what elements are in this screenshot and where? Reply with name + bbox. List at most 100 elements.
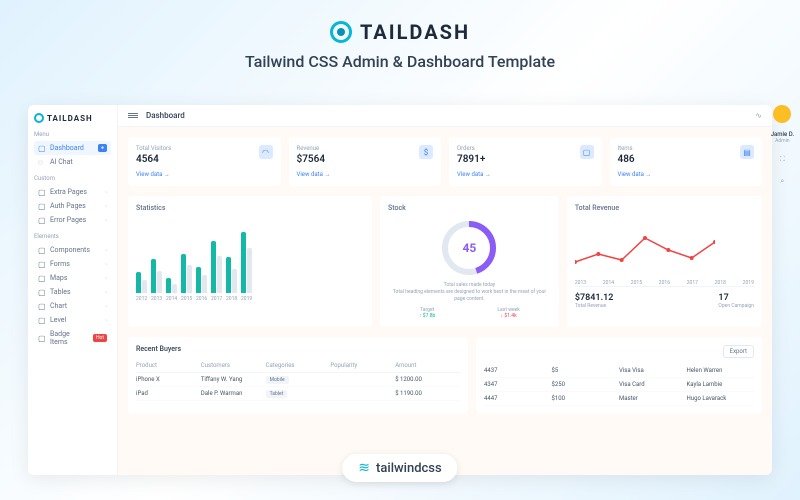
col-header: Customers bbox=[201, 362, 266, 369]
user-name: Jamie D. bbox=[771, 131, 794, 138]
revenue-chart: Total Revenue 20132014201520162017201820… bbox=[567, 196, 762, 327]
stat-icon: ▤ bbox=[740, 145, 754, 159]
sidebar-item-label: Chart bbox=[50, 302, 67, 310]
sidebar-item-label: Error Pages bbox=[50, 216, 86, 224]
chevron-right-icon: › bbox=[105, 203, 107, 210]
stat-label: Items bbox=[618, 145, 755, 152]
stat-value: 4564 bbox=[136, 154, 273, 165]
breadcrumb: Dashboard bbox=[146, 111, 185, 120]
chart-title: Total Revenue bbox=[575, 204, 754, 212]
stat-card: Revenue $7564 $ View data → bbox=[289, 137, 442, 186]
view-data-link[interactable]: View data → bbox=[618, 171, 755, 178]
col-header: Product bbox=[136, 362, 201, 369]
nav-icon: ▢ bbox=[38, 188, 46, 196]
table-title: Recent Buyers bbox=[136, 345, 181, 353]
sidebar-item-label: Maps bbox=[50, 274, 67, 282]
stat-value: 7891+ bbox=[457, 154, 594, 165]
nav-icon: ▢ bbox=[38, 260, 46, 268]
stat-card: Total Visitors 4564 ◠ View data → bbox=[128, 137, 281, 186]
chevron-right-icon: › bbox=[105, 289, 107, 296]
sidebar-item-level[interactable]: ▢ Level › bbox=[34, 313, 111, 327]
sidebar-item-forms[interactable]: ▢ Forms › bbox=[34, 257, 111, 271]
sidebar-item-ai-chat[interactable]: ◌ AI Chat bbox=[34, 155, 111, 169]
sidebar-item-dashboard[interactable]: ▢Dashboard● bbox=[34, 141, 111, 155]
sidebar-item-error-pages[interactable]: ▢Error Pages› bbox=[34, 213, 111, 227]
nav-icon: ▢ bbox=[38, 274, 46, 282]
statistics-chart: Statistics 20122013201420152016201720182… bbox=[128, 196, 372, 327]
badge: ● bbox=[98, 144, 107, 152]
table-row[interactable]: 4437$5Visa VisaHelen Warren bbox=[484, 364, 754, 378]
sidebar-item-label: AI Chat bbox=[50, 158, 73, 166]
search-icon[interactable]: ⌕ bbox=[775, 174, 789, 188]
sidebar-item-chart[interactable]: ▢Chart› bbox=[34, 299, 111, 313]
topbar-chevron-icon[interactable]: ∿ bbox=[755, 111, 762, 120]
stat-label: Total Visitors bbox=[136, 145, 273, 152]
nav-icon: ▢ bbox=[38, 202, 46, 210]
export-button[interactable]: Export bbox=[723, 345, 754, 358]
donut-chart: 45 bbox=[439, 218, 499, 278]
sidebar-item-components[interactable]: ▢ Components › bbox=[34, 243, 111, 257]
table-row[interactable]: 4347$250Visa CardKayla Lambie bbox=[484, 378, 754, 392]
stock-chart: Stock 45 Total sales made todayTotal hea… bbox=[380, 196, 559, 327]
tailwind-text: tailwindcss bbox=[376, 461, 442, 476]
sidebar-section-head: Elements bbox=[34, 233, 111, 240]
stat-card: Items 486 ▤ View data → bbox=[610, 137, 763, 186]
chevron-right-icon: › bbox=[105, 247, 107, 254]
col-header: Categories bbox=[266, 362, 331, 369]
sidebar-item-label: Level bbox=[50, 316, 66, 324]
view-data-link[interactable]: View data → bbox=[457, 171, 594, 178]
sidebar-brand: TAILDASH bbox=[47, 114, 93, 123]
stat-label: Revenue bbox=[297, 145, 434, 152]
line-chart: 2013201420152016201720182019 bbox=[575, 218, 754, 278]
table-row[interactable]: iPhone XTiffany W. YangMobile$ 1200.00 bbox=[136, 373, 460, 387]
nav-icon: ▢ bbox=[38, 334, 46, 342]
stat-value: $7564 bbox=[297, 154, 434, 165]
tailwind-badge: ≋ tailwindcss bbox=[342, 454, 457, 482]
chevron-right-icon: › bbox=[105, 217, 107, 224]
tailwind-icon: ≋ bbox=[358, 460, 370, 476]
stat-value: 486 bbox=[618, 154, 755, 165]
chart-title: Stock bbox=[388, 204, 551, 212]
topbar: Dashboard ∿ bbox=[118, 105, 772, 127]
bar-chart bbox=[136, 218, 364, 293]
view-data-link[interactable]: View data → bbox=[297, 171, 434, 178]
sidebar-item-tables[interactable]: ▢Tables› bbox=[34, 285, 111, 299]
sidebar-item-label: Extra Pages bbox=[50, 188, 87, 196]
sidebar-item-badge-items[interactable]: ▢Badge ItemsHot bbox=[34, 327, 111, 349]
menu-toggle-icon[interactable] bbox=[128, 113, 138, 118]
sidebar-logo[interactable]: TAILDASH bbox=[34, 113, 111, 123]
chevron-right-icon: › bbox=[105, 317, 107, 324]
user-role: Admin bbox=[771, 138, 794, 144]
sidebar-item-label: Tables bbox=[50, 288, 71, 296]
donut-caption: Total sales made todayTotal heading elem… bbox=[388, 282, 551, 303]
target-icon bbox=[34, 113, 44, 123]
account-transactions-table: Export 4437$5Visa VisaHelen Warren4347$2… bbox=[476, 337, 762, 414]
nav-icon: ▢ bbox=[38, 316, 46, 324]
nav-icon: ▢ bbox=[38, 144, 46, 152]
chevron-right-icon: › bbox=[105, 189, 107, 196]
sidebar-item-label: Auth Pages bbox=[50, 202, 86, 210]
sidebar-item-maps[interactable]: ▢Maps› bbox=[34, 271, 111, 285]
badge: Hot bbox=[93, 334, 107, 342]
sidebar-item-extra-pages[interactable]: ▢ Extra Pages › bbox=[34, 185, 111, 199]
view-data-link[interactable]: View data → bbox=[136, 171, 273, 178]
chevron-right-icon: › bbox=[105, 261, 107, 268]
col-header: Popularity bbox=[330, 362, 395, 369]
chevron-right-icon: › bbox=[105, 303, 107, 310]
col-header: Amount bbox=[395, 362, 460, 369]
stat-icon: ◠ bbox=[259, 145, 273, 159]
nav-icon: ◌ bbox=[38, 158, 46, 166]
sidebar-item-label: Components bbox=[50, 246, 90, 254]
sidebar-item-auth-pages[interactable]: ▢ Auth Pages › bbox=[34, 199, 111, 213]
brand-name: TAILDASH bbox=[360, 20, 470, 44]
table-row[interactable]: 4447$100MasterHugo Lavarack bbox=[484, 392, 754, 406]
expand-icon[interactable]: ⛶ bbox=[775, 152, 789, 166]
sidebar-item-label: Forms bbox=[50, 260, 70, 268]
hero-subtitle: Tailwind CSS Admin & Dashboard Template bbox=[0, 52, 800, 71]
sidebar-section-head: Menu bbox=[34, 131, 111, 138]
sidebar: TAILDASH Menu ▢Dashboard● ◌ AI Chat Custom ▢ E… bbox=[28, 105, 118, 475]
avatar[interactable] bbox=[773, 105, 791, 123]
table-row[interactable]: iPadDale P. WarmanTablet$ 1190.00 bbox=[136, 387, 460, 401]
sidebar-section-head: Custom bbox=[34, 175, 111, 182]
nav-icon: ▢ bbox=[38, 246, 46, 254]
